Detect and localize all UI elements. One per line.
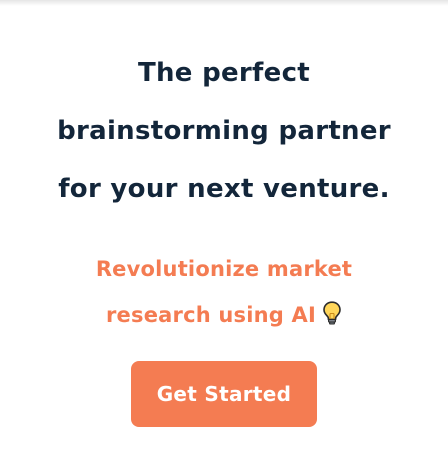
header-shadow [0, 0, 448, 6]
hero-subheadline: Revolutionize market research using AI [0, 246, 448, 338]
landing-page: The perfect brainstorming partner for yo… [0, 0, 448, 455]
headline-line-2: brainstorming partner [57, 116, 391, 146]
cta-wrapper: Get Started [0, 361, 448, 427]
hero-headline: The perfect brainstorming partner for yo… [0, 44, 448, 218]
hero-section: The perfect brainstorming partner for yo… [0, 44, 448, 338]
get-started-button[interactable]: Get Started [131, 361, 317, 427]
subheadline-line-2-text: research using AI [106, 303, 316, 327]
subheadline-line-2: research using AI [0, 292, 448, 338]
headline-line-1: The perfect [137, 58, 311, 88]
lightbulb-icon [323, 301, 341, 325]
subheadline-line-1: Revolutionize market [95, 257, 353, 281]
headline-line-3: for your next venture. [58, 174, 390, 204]
